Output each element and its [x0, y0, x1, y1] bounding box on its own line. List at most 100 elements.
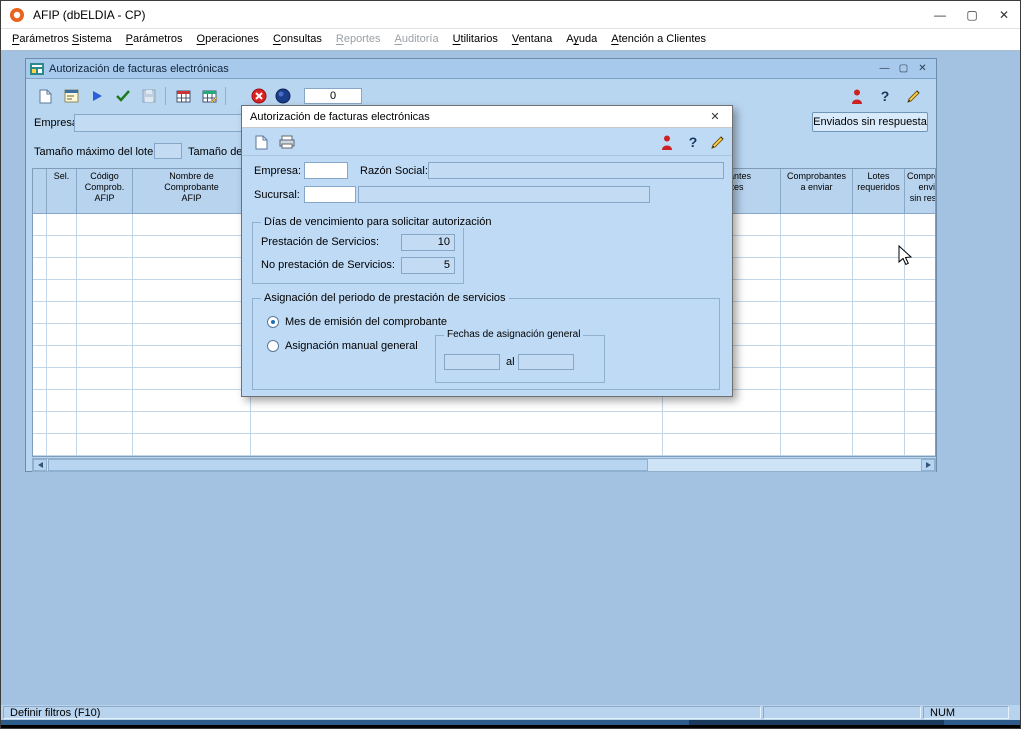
grid-cell-codigo-comprob-afip[interactable] [77, 258, 133, 280]
printer-icon[interactable] [276, 132, 298, 152]
grid-cell-comprobantes-a-enviar[interactable] [781, 258, 853, 280]
grid-cell-comprobantes-a-enviar[interactable] [781, 368, 853, 390]
grid-cell-nombre-comprobante-afip[interactable] [133, 236, 251, 258]
grid-cell-sel[interactable] [47, 324, 77, 346]
menu-item-ventana[interactable]: Ventana [505, 29, 559, 50]
grid-cell-lotes-requeridos[interactable] [853, 280, 905, 302]
menu-item-utilitarios[interactable]: Utilitarios [446, 29, 505, 50]
sucursal-input[interactable] [304, 186, 356, 203]
new-document-icon[interactable] [250, 132, 272, 152]
grid-cell-codigo-comprob-afip[interactable] [77, 412, 133, 434]
table-data-icon[interactable] [172, 86, 194, 106]
grid-cell-lotes-requeridos[interactable] [853, 346, 905, 368]
grid-cell-comprobantes-a-enviar[interactable] [781, 302, 853, 324]
grid-cell-comprobantes-enviados-sin-respuesta[interactable] [905, 390, 935, 412]
scrollbar-thumb[interactable] [48, 459, 648, 471]
enviados-sin-respuesta-button[interactable]: Enviados sin respuesta [812, 112, 928, 132]
grid-cell-selector[interactable] [33, 302, 47, 324]
menu-item-parametros[interactable]: Parámetros [119, 29, 190, 50]
menu-item-operaciones[interactable]: Operaciones [190, 29, 266, 50]
grid-cell-sel[interactable] [47, 390, 77, 412]
grid-cell-comprobantes-enviados-sin-respuesta[interactable] [905, 368, 935, 390]
child-close-button[interactable]: ✕ [913, 61, 932, 77]
grid-cell-comprobantes-a-enviar[interactable] [781, 346, 853, 368]
grid-cell-comprobantes-enviados-sin-respuesta[interactable] [905, 214, 935, 236]
grid-cell-comprobantes-pendientes[interactable] [663, 412, 781, 434]
grid-cell-codigo-comprob-afip[interactable] [77, 434, 133, 456]
grid-cell-codigo-comprob-afip[interactable] [77, 280, 133, 302]
minimize-button[interactable]: — [924, 1, 956, 28]
grid-cell-lotes-requeridos[interactable] [853, 368, 905, 390]
grid-cell-nombre-comprobante-afip[interactable] [133, 412, 251, 434]
dialog-close-button[interactable]: ✕ [706, 109, 724, 125]
grid-cell-selector[interactable] [33, 346, 47, 368]
grid-cell-selector[interactable] [33, 258, 47, 280]
grid-cell-comprobantes-pendientes[interactable] [663, 434, 781, 456]
no-prestacion-value[interactable]: 5 [401, 257, 455, 274]
close-button[interactable]: ✕ [988, 1, 1020, 28]
grid-cell-comprobantes-enviados-sin-respuesta[interactable] [905, 346, 935, 368]
scroll-right-arrow-icon[interactable] [921, 459, 935, 471]
scrollbar-track[interactable] [648, 459, 921, 471]
help-icon[interactable]: ? [682, 132, 704, 152]
grid-cell-selector[interactable] [33, 368, 47, 390]
table-edit-icon[interactable] [198, 86, 220, 106]
grid-cell-lotes-requeridos[interactable] [853, 390, 905, 412]
grid-cell-comprobantes-a-enviar[interactable] [781, 390, 853, 412]
grid-cell-comprobantes-enviados-sin-respuesta[interactable] [905, 412, 935, 434]
menu-item-atencion-a-clientes[interactable]: Atención a Clientes [604, 29, 713, 50]
grid-cell-selector[interactable] [33, 434, 47, 456]
grid-cell-nombre-comprobante-afip[interactable] [133, 434, 251, 456]
horizontal-scrollbar[interactable] [32, 458, 936, 472]
grid-cell-comprobantes-a-enviar[interactable] [781, 280, 853, 302]
filters-icon[interactable] [902, 86, 924, 106]
grid-cell-nombre-comprobante-afip[interactable] [133, 368, 251, 390]
grid-cell-sel[interactable] [47, 346, 77, 368]
grid-cell-nombre-comprobante-afip[interactable] [133, 390, 251, 412]
grid-cell-nombre-comprobante-afip[interactable] [133, 302, 251, 324]
grid-cell-nombre-comprobante-afip[interactable] [133, 214, 251, 236]
grid-cell-selector[interactable] [33, 324, 47, 346]
radio-mes-emision[interactable] [267, 316, 279, 328]
grid-cell-lotes-requeridos[interactable] [853, 412, 905, 434]
grid-cell-lotes-requeridos[interactable] [853, 214, 905, 236]
new-document-icon[interactable] [34, 86, 56, 106]
radio-asignacion-manual[interactable] [267, 340, 279, 352]
grid-cell-hidden-under-dialog[interactable] [251, 434, 663, 456]
maximize-button[interactable]: ▢ [956, 1, 988, 28]
grid-cell-codigo-comprob-afip[interactable] [77, 236, 133, 258]
grid-cell-comprobantes-enviados-sin-respuesta[interactable] [905, 302, 935, 324]
exit-person-icon[interactable] [846, 86, 868, 106]
confirm-icon[interactable] [112, 86, 134, 106]
child-restore-button[interactable]: ▢ [894, 61, 913, 77]
properties-icon[interactable] [60, 86, 82, 106]
grid-cell-nombre-comprobante-afip[interactable] [133, 346, 251, 368]
grid-cell-sel[interactable] [47, 302, 77, 324]
prestacion-value[interactable]: 10 [401, 234, 455, 251]
menu-item-consultas[interactable]: Consultas [266, 29, 329, 50]
grid-cell-sel[interactable] [47, 412, 77, 434]
grid-cell-selector[interactable] [33, 214, 47, 236]
grid-cell-sel[interactable] [47, 258, 77, 280]
status-circle-icon[interactable] [272, 86, 294, 106]
grid-cell-lotes-requeridos[interactable] [853, 434, 905, 456]
grid-cell-sel[interactable] [47, 280, 77, 302]
grid-cell-selector[interactable] [33, 412, 47, 434]
grid-cell-comprobantes-a-enviar[interactable] [781, 214, 853, 236]
grid-cell-hidden-under-dialog[interactable] [251, 412, 663, 434]
grid-cell-comprobantes-a-enviar[interactable] [781, 236, 853, 258]
cancel-circle-icon[interactable] [248, 86, 270, 106]
grid-cell-codigo-comprob-afip[interactable] [77, 368, 133, 390]
grid-cell-sel[interactable] [47, 214, 77, 236]
menu-item-parametros-sistema[interactable]: Parámetros Sistema [5, 29, 119, 50]
grid-cell-codigo-comprob-afip[interactable] [77, 302, 133, 324]
grid-cell-nombre-comprobante-afip[interactable] [133, 280, 251, 302]
grid-cell-sel[interactable] [47, 434, 77, 456]
grid-cell-comprobantes-enviados-sin-respuesta[interactable] [905, 280, 935, 302]
grid-cell-selector[interactable] [33, 280, 47, 302]
grid-cell-selector[interactable] [33, 390, 47, 412]
filters-icon[interactable] [706, 132, 728, 152]
grid-cell-selector[interactable] [33, 236, 47, 258]
exit-person-icon[interactable] [656, 132, 678, 152]
grid-cell-codigo-comprob-afip[interactable] [77, 324, 133, 346]
